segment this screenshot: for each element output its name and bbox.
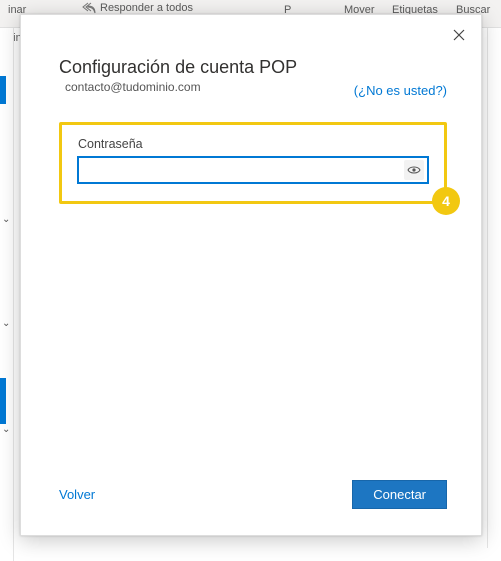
step-badge: 4 [432,187,460,215]
password-field-highlight: Contraseña 4 [59,122,447,204]
background-left-strip: ⌄ ⌄ ⌄ [0,28,14,561]
password-input[interactable] [78,157,428,183]
connect-button[interactable]: Conectar [352,480,447,509]
password-label: Contraseña [78,137,428,151]
dialog-title: Configuración de cuenta POP [59,57,447,78]
chevron-down-icon: ⌄ [2,318,10,329]
chevron-down-icon: ⌄ [2,214,10,225]
close-button[interactable] [449,25,469,45]
chevron-down-icon: ⌄ [2,424,10,435]
ribbon-reply-all: Responder a todos [82,2,193,14]
eye-icon [407,165,421,175]
reveal-password-button[interactable] [404,160,424,180]
background-right-strip [487,28,501,548]
pop-account-config-dialog: Configuración de cuenta POP contacto@tud… [20,14,482,536]
close-icon [453,29,465,41]
not-you-link[interactable]: (¿No es usted?) [354,83,447,98]
reply-all-icon [82,2,96,14]
back-link[interactable]: Volver [59,487,95,502]
